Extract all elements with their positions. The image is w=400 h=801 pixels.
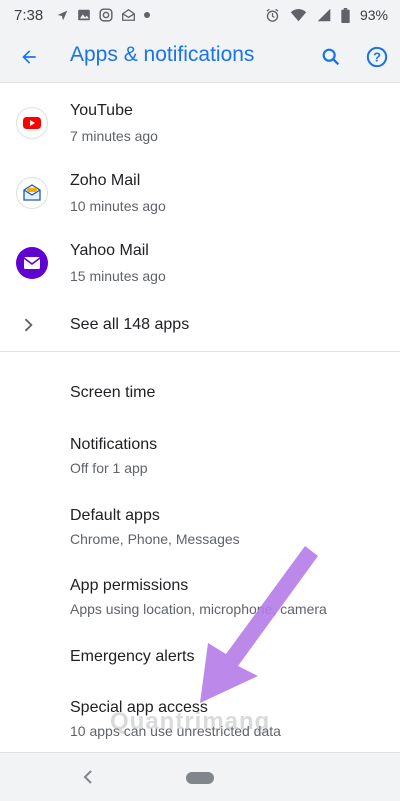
section-divider bbox=[0, 351, 400, 352]
app-bar: Apps & notifications ? bbox=[0, 32, 400, 83]
recent-app-yahoo-mail[interactable]: Yahoo Mail 15 minutes ago bbox=[0, 230, 400, 300]
setting-default-apps[interactable]: Default apps Chrome, Phone, Messages bbox=[0, 507, 400, 559]
youtube-icon bbox=[16, 107, 48, 139]
home-pill-button[interactable] bbox=[186, 772, 214, 784]
navigation-bar bbox=[0, 752, 400, 801]
chevron-right-icon bbox=[24, 318, 33, 332]
yahoo-mail-icon bbox=[16, 247, 48, 279]
dot-icon bbox=[144, 12, 150, 18]
mail-icon bbox=[122, 8, 135, 21]
status-time: 7:38 bbox=[14, 7, 44, 24]
setting-title: App permissions bbox=[70, 577, 189, 594]
setting-title: Screen time bbox=[70, 384, 156, 401]
see-all-apps-label: See all 148 apps bbox=[70, 316, 190, 333]
recent-app-zoho-mail[interactable]: Zoho Mail 10 minutes ago bbox=[0, 160, 400, 230]
status-bar: 7:38 93% bbox=[0, 0, 400, 32]
wifi-icon bbox=[290, 9, 307, 22]
setting-subtitle: Chrome, Phone, Messages bbox=[70, 531, 240, 547]
page-title: Apps & notifications bbox=[70, 43, 255, 66]
app-name: Yahoo Mail bbox=[70, 242, 149, 259]
notification-icons bbox=[56, 8, 150, 22]
setting-title: Notifications bbox=[70, 436, 158, 453]
setting-screen-time[interactable]: Screen time bbox=[0, 384, 400, 424]
see-all-apps-button[interactable]: See all 148 apps bbox=[0, 300, 400, 350]
setting-emergency-alerts[interactable]: Emergency alerts bbox=[0, 648, 400, 688]
app-name: Zoho Mail bbox=[70, 172, 141, 189]
navigation-icon bbox=[57, 10, 68, 20]
app-last-used: 10 minutes ago bbox=[70, 198, 166, 214]
setting-notifications[interactable]: Notifications Off for 1 app bbox=[0, 436, 400, 488]
setting-subtitle: Off for 1 app bbox=[70, 460, 148, 476]
recent-app-youtube[interactable]: YouTube 7 minutes ago bbox=[0, 90, 400, 160]
signal-icon bbox=[317, 8, 331, 22]
svg-text:?: ? bbox=[373, 50, 381, 65]
battery-icon bbox=[341, 7, 350, 23]
nav-back-icon[interactable] bbox=[80, 767, 96, 787]
back-button[interactable] bbox=[14, 42, 44, 72]
photo-icon bbox=[78, 9, 90, 21]
app-last-used: 7 minutes ago bbox=[70, 128, 158, 144]
help-icon: ? bbox=[366, 46, 388, 68]
search-icon bbox=[322, 48, 340, 66]
battery-percent: 93% bbox=[359, 7, 388, 23]
instagram-icon bbox=[99, 8, 113, 22]
app-last-used: 15 minutes ago bbox=[70, 268, 166, 284]
zoho-mail-icon bbox=[16, 177, 48, 209]
search-button[interactable] bbox=[316, 42, 346, 72]
setting-title: Emergency alerts bbox=[70, 648, 195, 665]
system-icons: 93% bbox=[265, 7, 388, 23]
setting-subtitle: Apps using location, microphone, camera bbox=[70, 601, 327, 617]
app-name: YouTube bbox=[70, 102, 133, 119]
help-button[interactable]: ? bbox=[362, 42, 392, 72]
setting-title: Default apps bbox=[70, 507, 160, 524]
alarm-icon bbox=[266, 8, 279, 22]
setting-app-permissions[interactable]: App permissions Apps using location, mic… bbox=[0, 577, 400, 629]
watermark: Quantrimang bbox=[110, 708, 271, 735]
arrow-back-icon bbox=[22, 50, 36, 64]
